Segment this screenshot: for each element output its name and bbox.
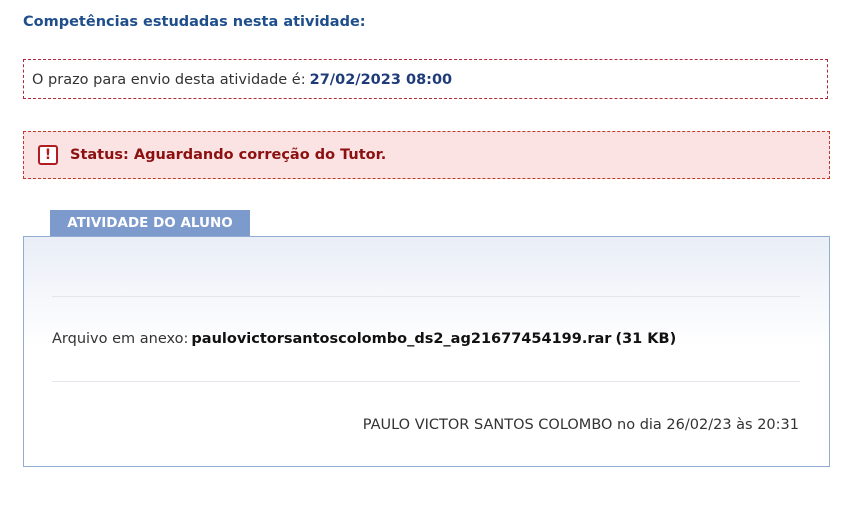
deadline-value: 27/02/2023 08:00 [309,72,453,88]
tab-atividade-do-aluno[interactable]: ATIVIDADE DO ALUNO [50,210,250,237]
submission-author-date: PAULO VICTOR SANTOS COLOMBO no dia 26/02… [362,417,799,433]
deadline-box: O prazo para envio desta atividade é: 27/… [23,59,828,99]
divider [52,381,800,382]
attachment-label: Arquivo em anexo: [52,331,189,347]
alert-icon: ! [38,145,58,165]
competencias-heading: Competências estudadas nesta atividade: [23,14,366,30]
student-activity-panel: Arquivo em anexo: paulovictorsantoscolomb… [23,236,830,467]
attachment-file-link[interactable]: paulovictorsantoscolombo_ds2_ag216774541… [191,331,611,347]
deadline-label: O prazo para envio desta atividade é: [32,72,306,88]
attachment-size: (31 KB) [615,331,677,347]
status-alert: ! Status: Aguardando correção do Tutor. [23,131,830,179]
divider [52,296,800,297]
attachment-line: Arquivo em anexo: paulovictorsantoscolomb… [52,331,676,347]
status-text: Status: Aguardando correção do Tutor. [70,147,387,163]
